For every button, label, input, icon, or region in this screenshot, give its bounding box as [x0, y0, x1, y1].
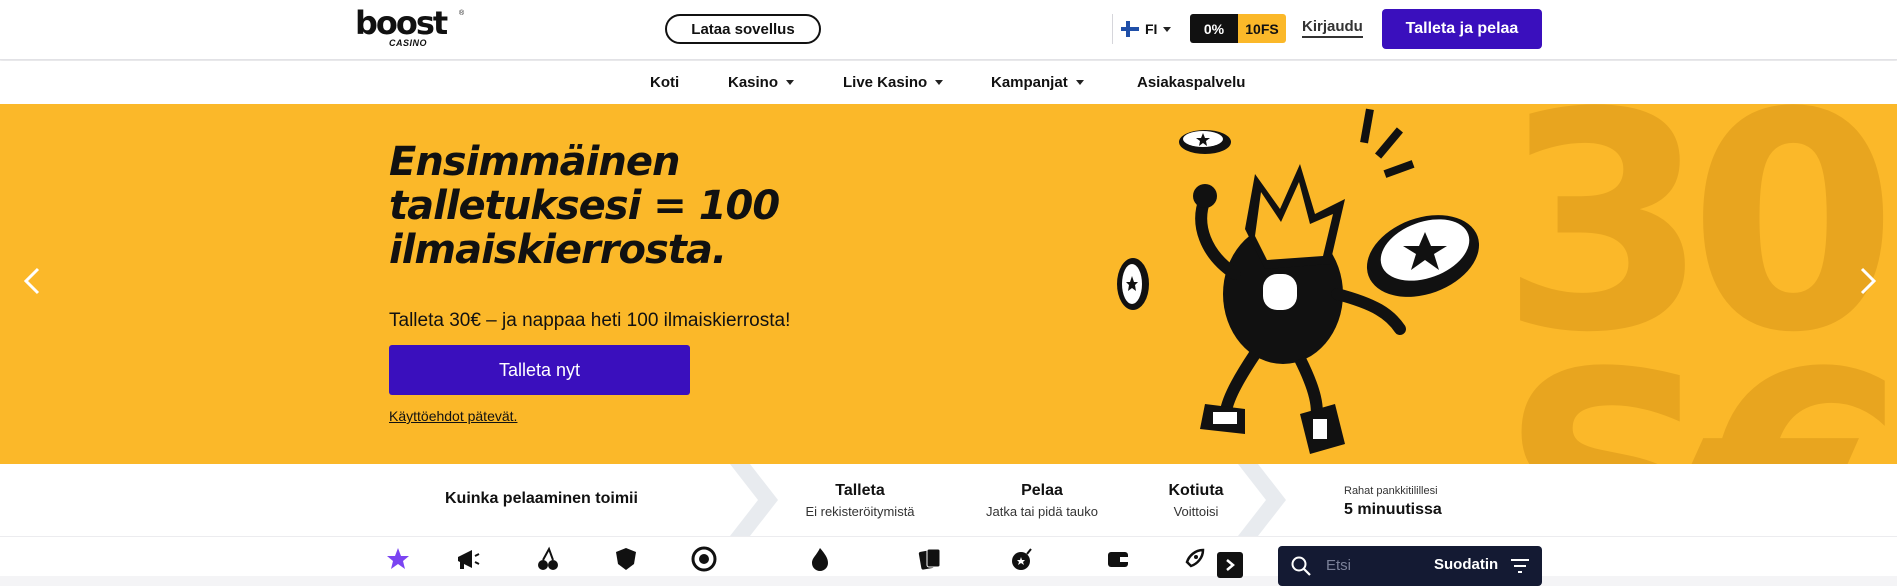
nav-item-home[interactable]: Koti [650, 74, 679, 91]
step-sub-deposit: Ei rekisteröitymistä [805, 504, 915, 519]
language-code: FI [1145, 21, 1158, 37]
chevron-right-icon[interactable] [1852, 259, 1882, 303]
login-link[interactable]: Kirjaudu [1302, 18, 1363, 38]
registered-mark: ® [459, 10, 465, 17]
nav-item-casino[interactable]: Kasino [728, 74, 795, 91]
payout-label: Rahat pankkitilillesi [1344, 485, 1438, 497]
cards-icon[interactable] [916, 545, 944, 573]
cherries-icon[interactable] [534, 545, 562, 573]
how-it-works-heading: Kuinka pelaaminen toimii [445, 490, 638, 507]
hero-subtitle: Talleta 30€ – ja nappaa heti 100 ilmaisk… [389, 310, 791, 331]
logo-subtitle: CASINO [389, 38, 428, 48]
nav-item-customer-service[interactable]: Asiakaspalvelu [1137, 74, 1245, 91]
category-bar: Suodatin [0, 536, 1897, 586]
deposit-and-play-button[interactable]: Talleta ja pelaa [1382, 9, 1542, 49]
rocket-icon[interactable] [1180, 545, 1208, 573]
category-next-button[interactable] [1217, 552, 1243, 578]
chevron-right-icon [1226, 559, 1235, 571]
wallet-icon[interactable] [1104, 545, 1132, 573]
game-search-bar: Suodatin [1278, 546, 1542, 586]
language-selector[interactable]: FI [1112, 14, 1178, 44]
bonus-badge[interactable]: 0% 10FS [1190, 14, 1286, 43]
search-input[interactable] [1326, 554, 1406, 576]
how-it-works-bar: Kuinka pelaaminen toimii Talleta Ei reki… [0, 464, 1897, 536]
nav-item-campaigns[interactable]: Kampanjat [991, 74, 1084, 91]
chevron-right-icon [1238, 464, 1286, 536]
finland-flag-icon [1121, 20, 1139, 38]
deposit-now-button[interactable]: Talleta nyt [389, 345, 690, 395]
mascot-illustration [1117, 108, 1480, 454]
nav-label: Live Kasino [843, 74, 928, 91]
step-title-play: Pelaa [1021, 482, 1063, 499]
terms-link[interactable]: Käyttöehdot pätevät. [389, 408, 517, 424]
roulette-icon[interactable] [690, 545, 718, 573]
nav-label: Kampanjat [991, 74, 1068, 91]
payout-value: 5 minuutissa [1344, 501, 1442, 518]
nav-label: Koti [650, 74, 680, 91]
filter-label[interactable]: Suodatin [1434, 556, 1498, 573]
hero-background-decoration: 30S€ [1500, 104, 1897, 464]
bomb-icon[interactable] [1008, 545, 1036, 573]
chevron-down-icon [786, 80, 795, 85]
bonus-percent: 0% [1190, 14, 1238, 43]
nav-item-live-casino[interactable]: Live Kasino [843, 74, 944, 91]
flame-icon[interactable] [806, 545, 834, 573]
hero-banner: 30S€ Ensimmäinen talletuksesi = 100 ilma… [0, 104, 1897, 464]
main-nav: Koti Kasino Live Kasino Kampanjat Asiaka… [0, 61, 1897, 104]
boost-casino-logo[interactable]: boost CASINO ® [355, 4, 467, 50]
nav-label: Asiakaspalvelu [1137, 74, 1246, 91]
logo-word: boost [355, 4, 448, 42]
chevron-down-icon [1075, 80, 1084, 85]
bonus-free-spins: 10FS [1238, 14, 1286, 43]
step-sub-play: Jatka tai pidä tauko [985, 504, 1099, 519]
chevron-left-icon[interactable] [18, 259, 48, 303]
filter-icon[interactable] [1510, 558, 1530, 574]
chevron-down-icon [1163, 26, 1172, 32]
chevron-right-icon [730, 464, 778, 536]
chevron-down-icon [935, 80, 944, 85]
star-icon[interactable] [384, 545, 412, 573]
search-icon [1291, 556, 1311, 576]
shield-icon[interactable] [612, 545, 640, 573]
download-app-button[interactable]: Lataa sovellus [665, 14, 821, 44]
top-bar: boost CASINO ® Lataa sovellus FI 0% 10FS… [0, 0, 1897, 60]
hero-title: Ensimmäinen talletuksesi = 100 ilmaiskie… [389, 139, 780, 273]
step-title-deposit: Talleta [835, 482, 885, 499]
megaphone-icon[interactable] [454, 545, 482, 573]
nav-label: Kasino [728, 74, 779, 91]
